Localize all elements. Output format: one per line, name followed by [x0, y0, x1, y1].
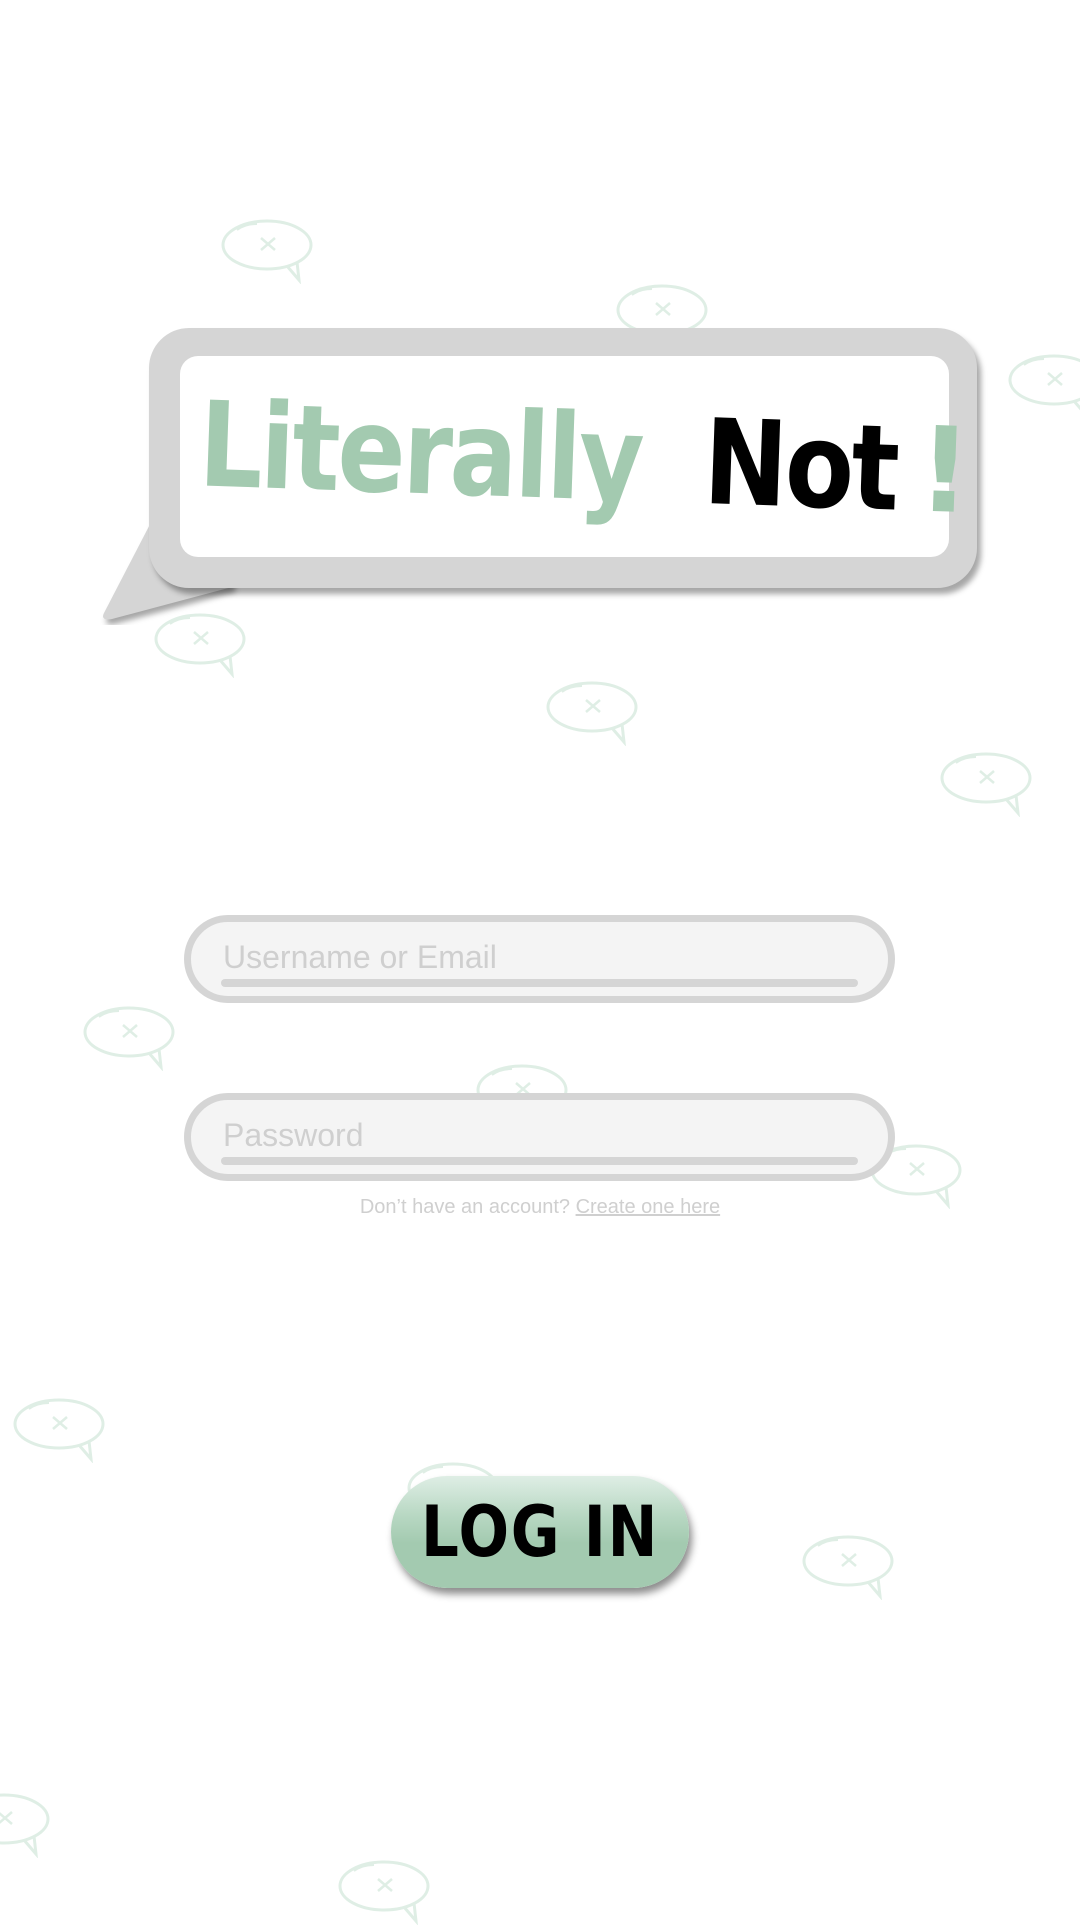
- speech-bubble-x-icon: [940, 751, 1036, 818]
- speech-bubble-x-icon: [546, 680, 642, 747]
- logo-exclamation: !: [915, 399, 972, 540]
- speech-bubble-x-icon: [1008, 353, 1080, 419]
- password-input[interactable]: [221, 1112, 825, 1158]
- login-button-label: LOG IN: [420, 1491, 660, 1573]
- username-field[interactable]: [184, 915, 895, 1003]
- app-logo: Literally Not !: [100, 325, 980, 625]
- create-account-link[interactable]: Create one here: [576, 1196, 721, 1218]
- logo-word-not: Not: [701, 392, 900, 538]
- password-underline: [221, 1157, 858, 1165]
- speech-bubble-x-icon: [802, 1534, 898, 1601]
- speech-bubble-x-icon: [0, 1792, 54, 1859]
- login-button[interactable]: LOG IN: [391, 1476, 689, 1588]
- speech-bubble-x-icon: [221, 218, 317, 285]
- signup-prompt: Don’t have an account? Create one here: [0, 1196, 1080, 1219]
- password-field[interactable]: [184, 1093, 895, 1181]
- speech-bubble-x-icon: [83, 1005, 179, 1072]
- username-underline: [221, 979, 858, 987]
- speech-bubble-x-icon: [338, 1859, 434, 1926]
- speech-bubble-x-icon: [13, 1397, 109, 1464]
- logo-bubble-inner: Literally Not !: [180, 356, 971, 557]
- signup-prompt-text: Don’t have an account?: [359, 1196, 571, 1218]
- logo-word-literally: Literally: [196, 374, 645, 529]
- username-input[interactable]: [221, 934, 825, 980]
